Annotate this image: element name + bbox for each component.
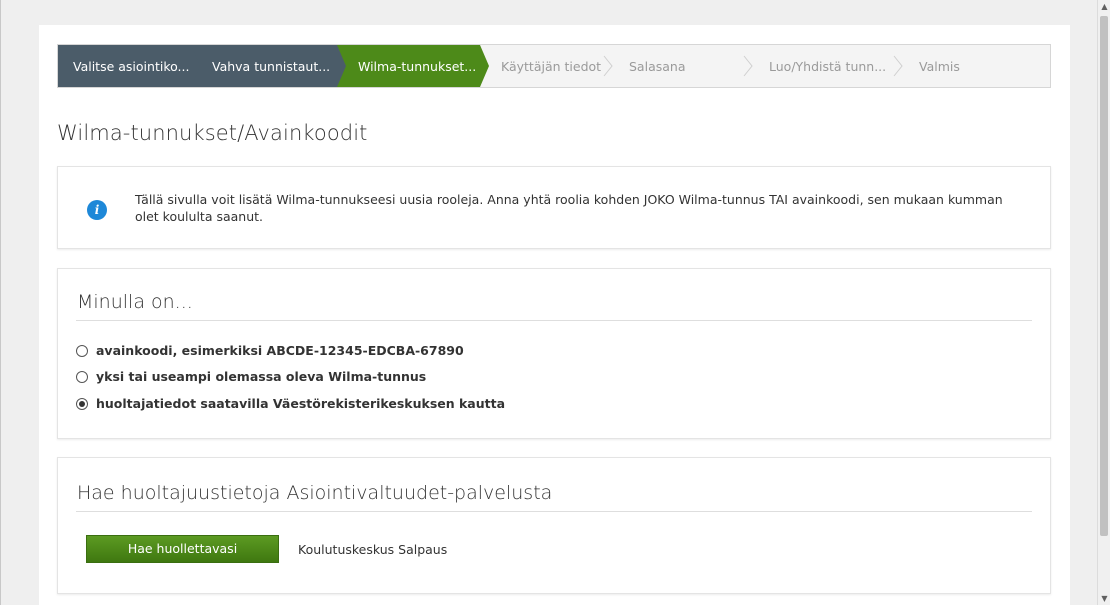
step-label: Valitse asiointiko... bbox=[73, 58, 190, 74]
step-valmis[interactable]: Valmis bbox=[904, 45, 1050, 87]
option-label: yksi tai useampi olemassa oleva Wilma-tu… bbox=[96, 369, 427, 384]
step-wilma-tunnukset[interactable]: Wilma-tunnukset... bbox=[337, 45, 489, 87]
step-label: Luo/Yhdistä tunn... bbox=[769, 58, 887, 74]
scroll-up-icon[interactable]: ▲ bbox=[1098, 0, 1110, 13]
guardian-search-section: Hae huoltajuustietoja Asiointivaltuudet-… bbox=[57, 457, 1051, 594]
scrollbar-thumb[interactable] bbox=[1100, 16, 1108, 536]
step-separator-icon bbox=[743, 55, 753, 77]
step-chevron bbox=[480, 45, 489, 87]
step-separator-icon bbox=[893, 55, 903, 77]
info-notice: i Tällä sivulla voit lisätä Wilma-tunnuk… bbox=[57, 166, 1051, 249]
option-wilma-tunnus[interactable]: yksi tai useampi olemassa oleva Wilma-tu… bbox=[76, 369, 426, 384]
hae-huollettavasi-button[interactable]: Hae huollettavasi bbox=[86, 535, 279, 563]
step-separator-icon bbox=[603, 55, 613, 77]
section-title: Minulla on... bbox=[77, 291, 193, 313]
radio-button-selected[interactable] bbox=[76, 397, 88, 410]
section-divider bbox=[76, 320, 1032, 321]
step-kayttajan-tiedot[interactable]: Käyttäjän tiedot bbox=[480, 45, 614, 87]
page-title: Wilma-tunnukset/Avainkoodit bbox=[57, 121, 368, 145]
step-label: Salasana bbox=[629, 58, 686, 74]
option-huoltajatiedot[interactable]: huoltajatiedot saatavilla Väestörekister… bbox=[76, 396, 505, 411]
step-luo-yhdista-tunnus[interactable]: Luo/Yhdistä tunn... bbox=[754, 45, 904, 87]
option-label: huoltajatiedot saatavilla Väestörekister… bbox=[96, 396, 506, 411]
info-icon: i bbox=[87, 200, 107, 220]
organization-name: Koulutuskeskus Salpaus bbox=[298, 542, 448, 557]
radio-button[interactable] bbox=[76, 370, 88, 383]
step-valitse-asiointikohde[interactable]: Valitse asiointiko... bbox=[58, 45, 200, 87]
wizard-stepper: Valitse asiointiko... Vahva tunnistaut..… bbox=[57, 44, 1051, 88]
option-label: avainkoodi, esimerkiksi ABCDE-12345-EDCB… bbox=[96, 343, 464, 358]
radio-button[interactable] bbox=[76, 344, 88, 357]
section-title: Hae huoltajuustietoja Asiointivaltuudet-… bbox=[77, 482, 553, 504]
step-chevron bbox=[191, 45, 200, 87]
info-text: Tällä sivulla voit lisätä Wilma-tunnukse… bbox=[135, 192, 1003, 224]
step-label: Vahva tunnistaut... bbox=[212, 58, 331, 74]
option-avainkoodi[interactable]: avainkoodi, esimerkiksi ABCDE-12345-EDCB… bbox=[76, 343, 464, 358]
credential-type-section: Minulla on... avainkoodi, esimerkiksi AB… bbox=[57, 268, 1051, 439]
scroll-down-icon[interactable]: ▼ bbox=[1098, 592, 1110, 605]
step-chevron bbox=[337, 45, 346, 87]
section-divider bbox=[76, 511, 1032, 512]
step-label: Wilma-tunnukset... bbox=[358, 58, 477, 74]
step-label: Valmis bbox=[919, 58, 960, 74]
step-vahva-tunnistautuminen[interactable]: Vahva tunnistaut... bbox=[191, 45, 346, 87]
vertical-scrollbar[interactable]: ▲ ▼ bbox=[1097, 0, 1110, 605]
step-salasana[interactable]: Salasana bbox=[614, 45, 754, 87]
step-label: Käyttäjän tiedot bbox=[501, 58, 602, 74]
